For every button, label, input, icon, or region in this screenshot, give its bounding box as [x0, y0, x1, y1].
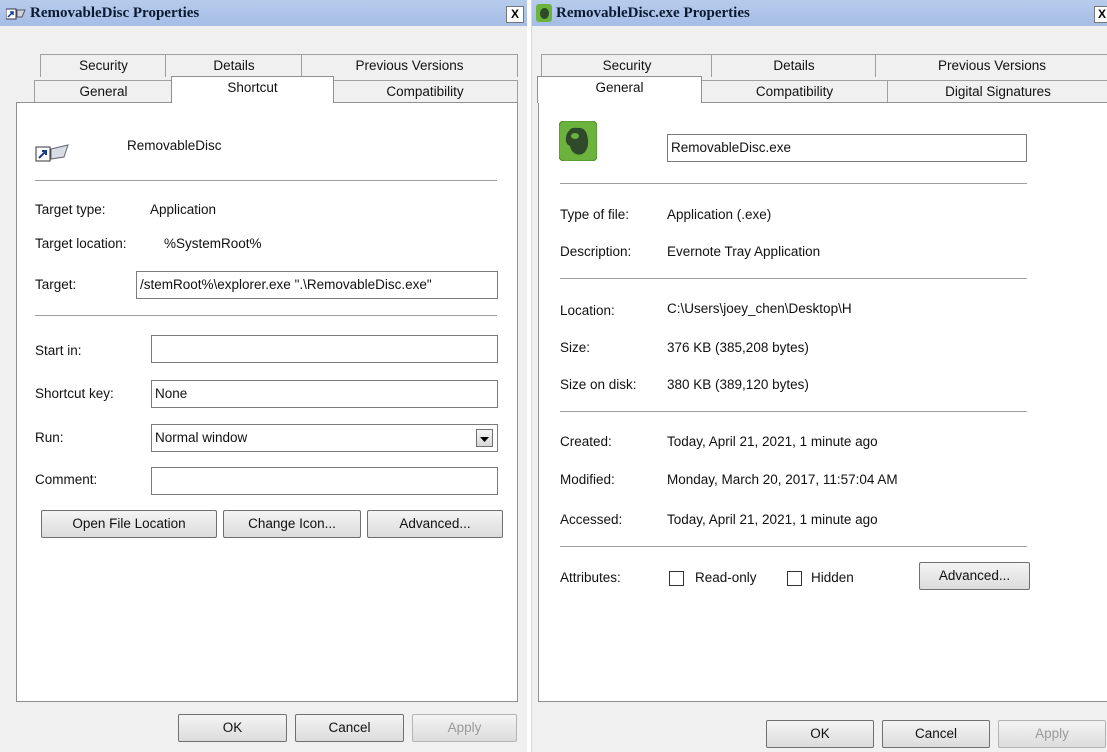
- separator: [35, 315, 497, 317]
- target-type-label: Target type:: [35, 202, 106, 217]
- cancel-button[interactable]: Cancel: [295, 714, 404, 742]
- tab-previous-versions[interactable]: Previous Versions: [301, 54, 518, 77]
- apply-button[interactable]: Apply: [998, 720, 1106, 748]
- close-button[interactable]: X: [1094, 6, 1107, 23]
- start-in-field[interactable]: [151, 335, 498, 363]
- type-of-file-value: Application (.exe): [667, 207, 772, 222]
- attributes-label: Attributes:: [560, 570, 621, 585]
- open-file-location-button[interactable]: Open File Location: [41, 510, 217, 538]
- window-title: RemovableDisc.exe Properties: [556, 5, 750, 21]
- target-type-value: Application: [150, 202, 217, 217]
- accessed-value: Today, April 21, 2021, 1 minute ago: [667, 512, 878, 527]
- ok-button[interactable]: OK: [178, 714, 287, 742]
- general-tab-panel: RemovableDisc.exe Type of file: Applicat…: [538, 102, 1107, 702]
- created-value: Today, April 21, 2021, 1 minute ago: [667, 434, 878, 449]
- hidden-label: Hidden: [811, 570, 854, 585]
- hidden-checkbox[interactable]: [787, 571, 802, 586]
- evernote-icon: [536, 4, 552, 22]
- size-value: 376 KB (385,208 bytes): [667, 340, 809, 355]
- exe-properties-window: RemovableDisc.exe Properties X Security …: [531, 0, 1107, 752]
- tab-details[interactable]: Details: [165, 54, 303, 77]
- start-in-label: Start in:: [35, 343, 82, 358]
- tab-compatibility[interactable]: Compatibility: [332, 80, 518, 103]
- accessed-label: Accessed:: [560, 512, 623, 527]
- modified-value: Monday, March 20, 2017, 11:57:04 AM: [667, 472, 898, 487]
- tab-previous-versions[interactable]: Previous Versions: [875, 54, 1107, 77]
- advanced-button[interactable]: Advanced...: [367, 510, 503, 538]
- type-of-file-label: Type of file:: [560, 207, 630, 222]
- shortcut-key-label: Shortcut key:: [35, 386, 114, 401]
- title-bar[interactable]: RemovableDisc.exe Properties X: [532, 0, 1107, 26]
- shortcut-key-field[interactable]: None: [151, 380, 498, 408]
- window-title: RemovableDisc Properties: [30, 5, 200, 21]
- separator: [35, 180, 497, 182]
- tab-digital-signatures[interactable]: Digital Signatures: [887, 80, 1107, 103]
- tab-security[interactable]: Security: [40, 54, 167, 77]
- target-location-value: %SystemRoot%: [164, 236, 262, 251]
- separator: [560, 278, 1027, 280]
- chevron-down-icon[interactable]: [476, 429, 493, 447]
- close-button[interactable]: X: [506, 6, 524, 23]
- tab-compatibility[interactable]: Compatibility: [700, 80, 889, 103]
- shortcut-icon: [6, 8, 26, 20]
- tab-general[interactable]: General: [34, 80, 173, 103]
- change-icon-button[interactable]: Change Icon...: [223, 510, 361, 538]
- ok-button[interactable]: OK: [766, 720, 874, 748]
- shortcut-file-icon: [35, 144, 69, 162]
- run-label: Run:: [35, 430, 64, 445]
- evernote-file-icon: [559, 121, 597, 161]
- readonly-checkbox[interactable]: [669, 571, 684, 586]
- size-on-disk-label: Size on disk:: [560, 377, 637, 392]
- separator: [560, 183, 1027, 185]
- cancel-button[interactable]: Cancel: [882, 720, 990, 748]
- shortcut-tab-panel: RemovableDisc Target type: Application T…: [16, 102, 518, 702]
- comment-field[interactable]: [151, 467, 498, 495]
- separator: [560, 411, 1027, 413]
- description-value: Evernote Tray Application: [667, 244, 821, 259]
- shortcut-name: RemovableDisc: [127, 138, 222, 153]
- size-on-disk-value: 380 KB (389,120 bytes): [667, 377, 809, 392]
- readonly-label: Read-only: [695, 570, 757, 585]
- tab-security[interactable]: Security: [541, 54, 713, 77]
- location-label: Location:: [560, 303, 615, 318]
- modified-label: Modified:: [560, 472, 615, 487]
- description-label: Description:: [560, 244, 632, 259]
- created-label: Created:: [560, 434, 612, 449]
- tab-general[interactable]: General: [537, 76, 702, 103]
- advanced-button[interactable]: Advanced...: [919, 562, 1030, 590]
- comment-label: Comment:: [35, 472, 98, 487]
- apply-button[interactable]: Apply: [412, 714, 517, 742]
- run-selected-value: Normal window: [155, 430, 248, 445]
- run-select[interactable]: Normal window: [151, 424, 498, 452]
- tab-shortcut[interactable]: Shortcut: [171, 76, 334, 103]
- target-field[interactable]: /stemRoot%\explorer.exe ".\RemovableDisc…: [136, 271, 498, 299]
- separator: [560, 546, 1027, 548]
- filename-field[interactable]: RemovableDisc.exe: [667, 134, 1027, 162]
- size-label: Size:: [560, 340, 591, 355]
- shortcut-properties-window: RemovableDisc Properties X Security Deta…: [0, 0, 527, 752]
- target-location-label: Target location:: [35, 236, 127, 251]
- target-label: Target:: [35, 277, 77, 292]
- tab-details[interactable]: Details: [711, 54, 877, 77]
- location-value: C:\Users\joey_chen\Desktop\H: [667, 301, 852, 316]
- title-bar[interactable]: RemovableDisc Properties X: [0, 0, 527, 26]
